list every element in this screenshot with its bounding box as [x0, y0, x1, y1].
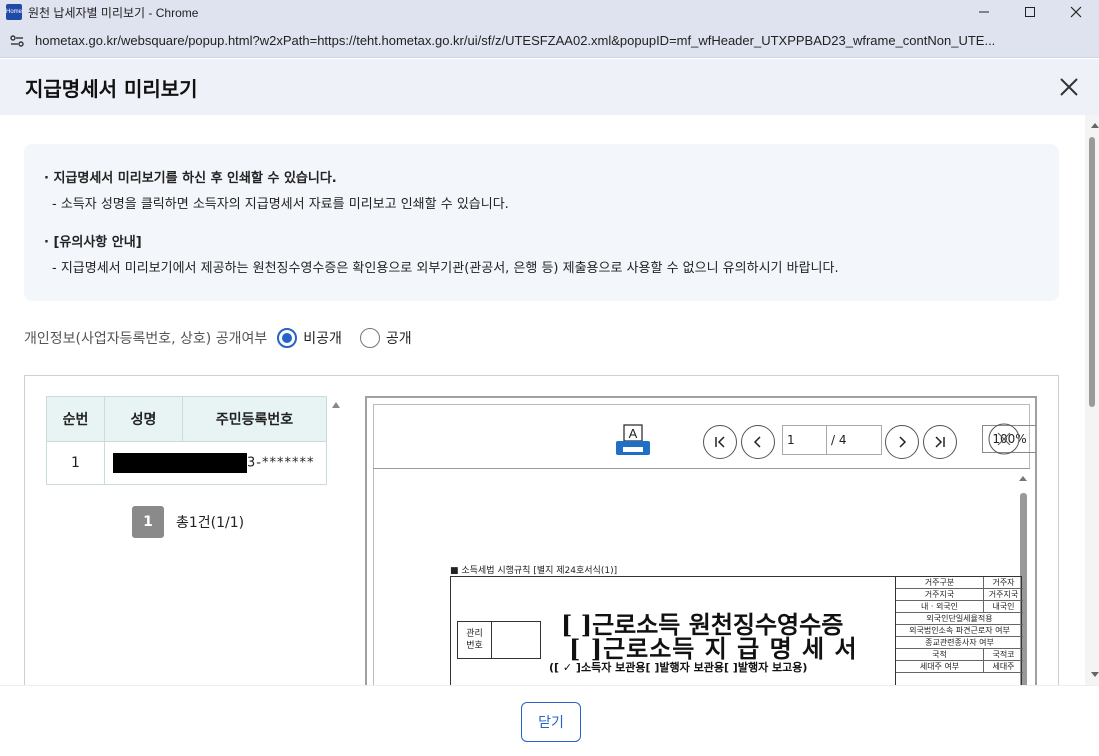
taxpayer-table: 순번 성명 주민등록번호 1 3-******* [46, 396, 327, 485]
scroll-up-icon[interactable] [330, 399, 342, 411]
minimize-icon [979, 11, 989, 13]
popup-content: · 지급명세서 미리보기를 하신 후 인쇄할 수 있습니다. - 소득자 성명을… [0, 115, 1085, 685]
privacy-disclosure-row: 개인정보(사업자등록번호, 상호) 공개여부 비공개 공개 [24, 325, 412, 351]
scroll-down-icon[interactable] [1088, 669, 1099, 681]
list-pagination: 1 총1건(1/1) [132, 506, 244, 538]
first-page-icon [715, 436, 725, 448]
residency-info-grid: 거주구분 거주자 거주지국 거주지국 내 · 외국인 내국인 외국인단일세율적용 외국… [895, 577, 1023, 685]
row-ssn: 3-******* [247, 455, 315, 471]
total-pages: / 4 [831, 433, 847, 447]
notice-line-3: · [유의사항 안내] [44, 235, 142, 250]
form-legal-reference: ■ 소득세법 시행규칙 [별지 제24호서식(1)] [450, 566, 618, 576]
maximize-button[interactable] [1007, 0, 1053, 24]
total-count: 총1건(1/1) [176, 515, 245, 531]
radio-private-label[interactable]: 비공개 [303, 328, 342, 348]
withholding-receipt-form: 관리 번호 [ ]근로소득 원천징수영수증 [ ]근로소득 지 급 명 세 서 … [450, 576, 1023, 685]
document-viewer: A 1 / 4 100% ■ 소득세법 시행규칙 [별지 제24호서식(1)] … [365, 396, 1037, 685]
next-page-button[interactable] [885, 425, 919, 459]
zoom-dropdown-icon[interactable] [987, 422, 1021, 456]
page-number-input[interactable]: 1 / 4 [782, 425, 882, 455]
col-header-name: 성명 [104, 396, 183, 442]
svg-text:A: A [629, 426, 638, 441]
tune-icon [10, 34, 24, 47]
row-name-ssn[interactable]: 3-******* [104, 441, 327, 485]
notice-line-2: - 소득자 성명을 클릭하면 소득자의 지급명세서 자료를 미리보고 인쇄할 수… [52, 197, 509, 212]
maximize-icon [1025, 7, 1035, 17]
zoom-level[interactable]: 100% [982, 422, 1036, 456]
window-close-button[interactable] [1053, 0, 1099, 24]
radio-public[interactable] [359, 328, 380, 348]
window-controls [961, 0, 1099, 24]
form-copy-type: ([ ✓ ]소득자 보관용[ ]발행자 보관용[ ]발행자 보고용) [549, 661, 808, 674]
notice-line-1: · 지급명세서 미리보기를 하신 후 인쇄할 수 있습니다. [44, 171, 337, 186]
col-header-no: 순번 [46, 396, 105, 442]
url-text[interactable]: hometax.go.kr/websquare/popup.html?w2xPa… [35, 33, 1075, 48]
taxpayer-list-pane: 순번 성명 주민등록번호 1 3-******* 1 총1건(1/1) [46, 396, 343, 685]
popup-close-button[interactable] [1057, 75, 1081, 99]
close-button[interactable]: 닫기 [521, 702, 581, 742]
chevron-right-icon [899, 436, 907, 448]
page-scroll-thumb[interactable] [1089, 137, 1095, 407]
row-no: 1 [46, 441, 105, 485]
page-scrollbar[interactable] [1085, 115, 1099, 685]
chevron-left-icon [753, 436, 761, 448]
printer-icon: A [616, 424, 650, 455]
notice-line-4: - 지급명세서 미리보기에서 제공하는 원천징수영수증은 확인용으로 외부기관(… [52, 261, 839, 276]
current-page[interactable]: 1 [783, 426, 827, 454]
popup-title: 지급명세서 미리보기 [25, 76, 198, 101]
close-icon [1060, 78, 1078, 96]
last-page-button[interactable] [923, 425, 957, 459]
radio-private[interactable] [277, 328, 298, 348]
preview-workspace: 순번 성명 주민등록번호 1 3-******* 1 총1건(1/1) A 1 … [24, 375, 1059, 685]
notice-box: · 지급명세서 미리보기를 하신 후 인쇄할 수 있습니다. - 소득자 성명을… [24, 144, 1059, 301]
hometax-app-icon: Home [6, 4, 22, 20]
first-page-button[interactable] [703, 425, 737, 459]
list-scrollbar[interactable] [330, 396, 342, 685]
management-number-box: 관리 번호 [457, 621, 541, 659]
popup-footer: 닫기 [0, 685, 1099, 756]
window-title: 원천 납세자별 미리보기 - Chrome [28, 5, 199, 20]
management-number-label: 관리 번호 [458, 622, 492, 658]
redacted-name[interactable] [113, 453, 247, 473]
viewer-toolbar: A 1 / 4 100% [373, 404, 1036, 468]
minimize-button[interactable] [961, 0, 1007, 24]
site-settings-icon[interactable] [9, 33, 25, 49]
privacy-label: 개인정보(사업자등록번호, 상호) 공개여부 [24, 331, 268, 347]
document-page-area[interactable]: ■ 소득세법 시행규칙 [별지 제24호서식(1)] 관리 번호 [ ]근로소득… [373, 469, 1030, 685]
last-page-icon [935, 436, 945, 448]
prev-page-button[interactable] [741, 425, 775, 459]
print-button[interactable]: A [614, 423, 652, 459]
window-title-bar: Home 원천 납세자별 미리보기 - Chrome [0, 0, 1099, 24]
address-bar: hometax.go.kr/websquare/popup.html?w2xPa… [0, 24, 1099, 58]
radio-public-label[interactable]: 공개 [386, 328, 412, 348]
scroll-up-icon[interactable] [1088, 119, 1099, 131]
close-icon [1070, 6, 1082, 18]
page-button-1[interactable]: 1 [132, 506, 164, 538]
table-row[interactable]: 1 3-******* [46, 441, 327, 485]
scroll-up-icon[interactable] [1016, 472, 1030, 484]
popup-header: 지급명세서 미리보기 [0, 59, 1099, 115]
col-header-ssn: 주민등록번호 [182, 396, 327, 442]
